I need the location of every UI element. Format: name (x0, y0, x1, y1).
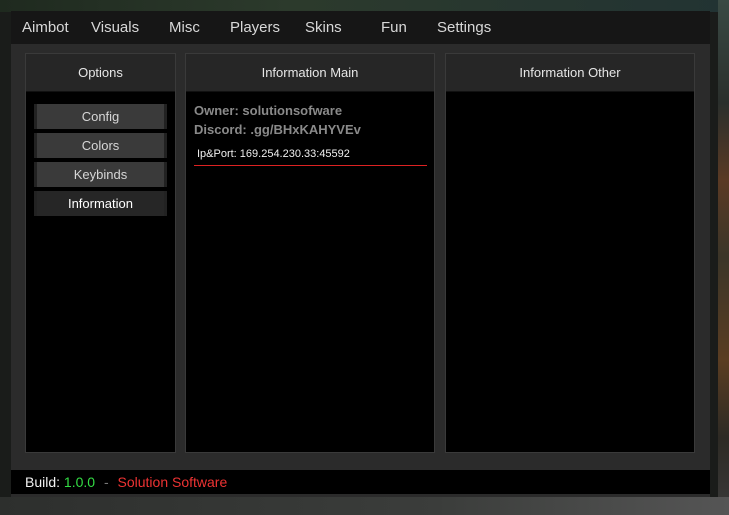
menu-settings[interactable]: Settings (437, 11, 491, 44)
build-version: 1.0.0 (63, 474, 96, 490)
config-button[interactable]: Config (34, 104, 167, 129)
information-other-panel: Information Other (445, 53, 695, 453)
brand-name: Solution Software (117, 474, 228, 490)
menu-visuals[interactable]: Visuals (91, 11, 139, 44)
top-menu-bar: Aimbot Visuals Misc Players Skins Fun Se… (11, 11, 710, 44)
information-button[interactable]: Information (34, 191, 167, 216)
options-panel: Options Config Colors Keybinds Informati… (25, 53, 176, 453)
cheat-menu-window: Aimbot Visuals Misc Players Skins Fun Se… (11, 11, 710, 497)
discord-text[interactable]: Discord: .gg/BHxKAHYVEv (194, 122, 361, 137)
owner-text: Owner: solutionsofware (194, 103, 343, 118)
keybinds-button[interactable]: Keybinds (34, 162, 167, 187)
colors-button[interactable]: Colors (34, 133, 167, 158)
menu-skins[interactable]: Skins (305, 11, 342, 44)
ip-port-field[interactable]: Ip&Port: 169.254.230.33:45592 (194, 144, 427, 166)
game-background-right (718, 0, 729, 515)
menu-fun[interactable]: Fun (381, 11, 407, 44)
information-other-title: Information Other (446, 54, 694, 92)
game-background-bottom (0, 497, 729, 515)
information-main-title: Information Main (186, 54, 434, 92)
status-bar: Build: 1.0.0 - Solution Software (11, 470, 710, 494)
menu-aimbot[interactable]: Aimbot (22, 11, 69, 44)
build-label: Build: (25, 474, 61, 490)
menu-misc[interactable]: Misc (169, 11, 200, 44)
menu-players[interactable]: Players (230, 11, 280, 44)
options-panel-title: Options (26, 54, 175, 92)
information-main-panel: Information Main Owner: solutionsofware … (185, 53, 435, 453)
status-separator: - (103, 474, 109, 490)
